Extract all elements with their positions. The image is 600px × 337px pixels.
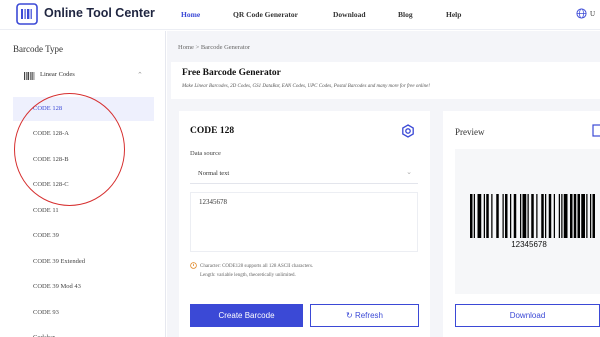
info-line-length: Length: variable length, theoretically u… (200, 273, 296, 278)
barcode-bar (502, 194, 504, 238)
create-barcode-button[interactable]: Create Barcode (190, 304, 303, 327)
page-subtitle: Make Linear Barcodes, 2D Codes, GS1 Data… (182, 84, 430, 89)
sidebar-group-label: Linear Codes (40, 71, 75, 78)
barcode-bar (527, 194, 529, 238)
sidebar-item-code-93[interactable]: CODE 93 (13, 301, 154, 325)
barcode-bar (522, 194, 527, 238)
refresh-label: Refresh (354, 311, 383, 320)
barcode-bar (496, 194, 499, 238)
nav-blog[interactable]: Blog (398, 10, 413, 19)
character-info: Character: CODE128 supports all 128 ASCI… (200, 262, 313, 280)
barcode-bar (586, 194, 588, 238)
barcode-bar (477, 194, 482, 238)
language-selector[interactable]: U (590, 10, 595, 18)
chevron-up-icon[interactable]: ⌃ (137, 71, 143, 79)
barcode-bar (541, 194, 544, 238)
refresh-button[interactable]: ↻ Refresh (310, 304, 419, 327)
barcode-bar (577, 194, 580, 238)
barcode-bar (563, 194, 568, 238)
sidebar-title: Barcode Type (13, 44, 63, 54)
barcode-bar (505, 194, 508, 238)
intro-card: Free Barcode Generator Make Linear Barco… (171, 62, 600, 99)
nav-help[interactable]: Help (446, 10, 461, 19)
breadcrumb-home[interactable]: Home (178, 44, 194, 51)
download-button[interactable]: Download (455, 304, 600, 327)
barcode-bar (592, 194, 595, 238)
barcode-bar (553, 194, 555, 238)
gear-icon[interactable] (401, 124, 415, 138)
barcode-type-title: CODE 128 (190, 126, 235, 136)
info-icon (190, 262, 197, 269)
nav-qr-code-generator[interactable]: QR Code Generator (233, 10, 298, 19)
barcode-image: 12345678 (470, 194, 595, 248)
page-title: Free Barcode Generator (182, 68, 281, 78)
barcode-bar (510, 194, 512, 238)
top-header: Online Tool Center Home QR Code Generato… (0, 0, 600, 30)
barcode-text: 12345678 (511, 240, 547, 248)
refresh-icon: ↻ (346, 311, 353, 320)
breadcrumb-separator: > (195, 44, 200, 51)
sidebar-item-code-128-a[interactable]: CODE 128-A (13, 122, 154, 146)
copy-icon[interactable] (592, 124, 600, 137)
nav-download[interactable]: Download (333, 10, 366, 19)
breadcrumb-current: Barcode Generator (200, 44, 251, 51)
barcode-bar (570, 194, 573, 238)
barcode-bar (536, 194, 538, 238)
sidebar-group-linear-codes[interactable]: Linear Codes ⌃ (13, 68, 153, 84)
breadcrumb: Home > Barcode Generator (178, 44, 250, 51)
main-content: Home > Barcode Generator Free Barcode Ge… (167, 31, 600, 337)
sidebar-item-code-128-b[interactable]: CODE 128-B (13, 148, 154, 172)
barcode-bar (561, 194, 563, 238)
barcode-data-input[interactable]: 12345678 (190, 192, 418, 252)
barcode-bar (473, 194, 475, 238)
info-line-character: Character: CODE128 supports all 128 ASCI… (200, 264, 314, 269)
barcode-bar (548, 194, 552, 238)
sidebar-item-code-11[interactable]: CODE 11 (13, 199, 154, 223)
barcode-bar (545, 194, 547, 238)
preview-panel: Preview 12345678 Download (443, 111, 600, 337)
preview-title: Preview (455, 127, 485, 137)
barcode-bar (513, 194, 517, 238)
brand-name[interactable]: Online Tool Center (44, 6, 155, 20)
data-source-select[interactable]: Normal text ⌄ (190, 164, 418, 184)
barcode-bar (573, 194, 577, 238)
sidebar-item-code-39-mod-43[interactable]: CODE 39 Mod 43 (13, 275, 154, 299)
sidebar-item-code-39-extended[interactable]: CODE 39 Extended (13, 250, 154, 274)
sidebar: Barcode Type Linear Codes ⌃ CODE 128 COD… (0, 31, 166, 337)
data-source-value: Normal text (198, 170, 230, 177)
barcode-bar (558, 194, 560, 238)
chevron-down-icon: ⌄ (406, 168, 412, 176)
barcode-bar (470, 194, 473, 238)
sidebar-item-code-39[interactable]: CODE 39 (13, 224, 154, 248)
generator-panel: CODE 128 Data source Normal text ⌄ 12345… (179, 111, 430, 337)
nav-home[interactable]: Home (181, 10, 200, 19)
barcode-icon (24, 72, 35, 80)
barcode-bar (483, 194, 485, 238)
barcode-bar (581, 194, 585, 238)
barcode-bar (590, 194, 592, 238)
barcode-bar (520, 194, 522, 238)
sidebar-item-code-128[interactable]: CODE 128 (13, 97, 154, 121)
data-source-label: Data source (190, 150, 221, 157)
barcode-bar (486, 194, 489, 238)
barcode-bar (531, 194, 534, 238)
sidebar-item-code-128-c[interactable]: CODE 128-C (13, 173, 154, 197)
barcode-bar (491, 194, 493, 238)
logo-icon (16, 3, 38, 25)
sidebar-item-codabar[interactable]: Codabar (13, 326, 154, 337)
barcode-preview-area: 12345678 (455, 149, 600, 294)
globe-icon[interactable] (576, 8, 587, 19)
